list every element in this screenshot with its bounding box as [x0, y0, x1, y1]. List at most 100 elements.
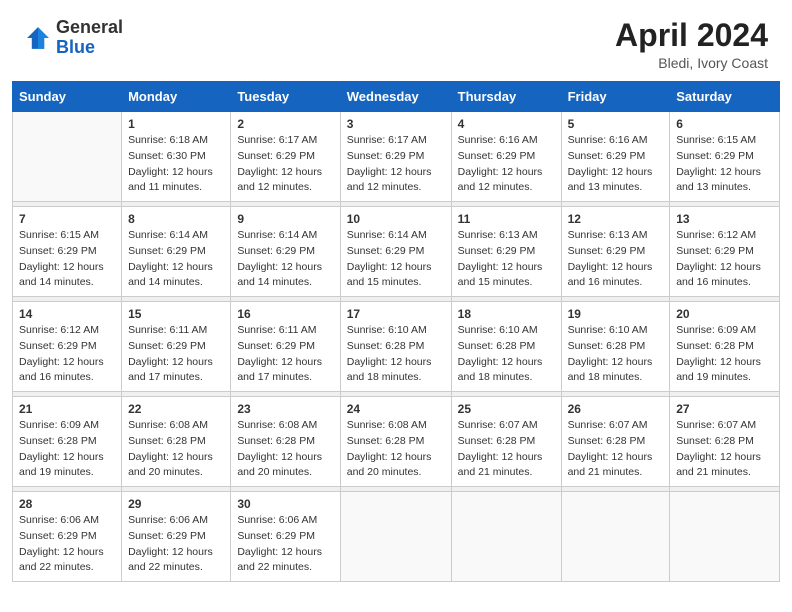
- day-info: Sunrise: 6:10 AMSunset: 6:28 PMDaylight:…: [347, 323, 445, 386]
- calendar-cell: 30Sunrise: 6:06 AMSunset: 6:29 PMDayligh…: [231, 492, 340, 582]
- logo-general-text: General: [56, 17, 123, 37]
- day-number: 29: [128, 497, 224, 511]
- calendar-cell: 19 Sunrise: 6:10 AMSunset: 6:28 PMDayligh…: [561, 302, 670, 392]
- day-number: 25: [458, 402, 555, 416]
- day-number: 6: [676, 117, 773, 131]
- calendar-cell: 1 Sunrise: 6:18 AMSunset: 6:30 PMDaylight…: [122, 112, 231, 202]
- calendar-cell: 12 Sunrise: 6:13 AMSunset: 6:29 PMDayligh…: [561, 207, 670, 297]
- day-info: Sunrise: 6:14 AMSunset: 6:29 PMDaylight:…: [128, 228, 224, 291]
- day-info: Sunrise: 6:11 AMSunset: 6:29 PMDaylight:…: [237, 323, 333, 386]
- calendar-cell: 17 Sunrise: 6:10 AMSunset: 6:28 PMDayligh…: [340, 302, 451, 392]
- day-number: 1: [128, 117, 224, 131]
- calendar-header-row: SundayMondayTuesdayWednesdayThursdayFrid…: [13, 82, 780, 112]
- calendar-cell: 14 Sunrise: 6:12 AMSunset: 6:29 PMDayligh…: [13, 302, 122, 392]
- day-info: Sunrise: 6:09 AMSunset: 6:28 PMDaylight:…: [19, 418, 115, 481]
- day-number: 14: [19, 307, 115, 321]
- day-number: 20: [676, 307, 773, 321]
- day-info: Sunrise: 6:18 AMSunset: 6:30 PMDaylight:…: [128, 133, 224, 196]
- day-number: 16: [237, 307, 333, 321]
- calendar-cell: 20Sunrise: 6:09 AMSunset: 6:28 PMDayligh…: [670, 302, 780, 392]
- day-number: 19: [568, 307, 664, 321]
- calendar-cell: 8 Sunrise: 6:14 AMSunset: 6:29 PMDaylight…: [122, 207, 231, 297]
- day-info: Sunrise: 6:11 AMSunset: 6:29 PMDaylight:…: [128, 323, 224, 386]
- calendar-cell: 27 Sunrise: 6:07 AMSunset: 6:28 PMDayligh…: [670, 397, 780, 487]
- calendar-cell: 7 Sunrise: 6:15 AMSunset: 6:29 PMDaylight…: [13, 207, 122, 297]
- day-number: 11: [458, 212, 555, 226]
- day-number: 23: [237, 402, 333, 416]
- day-info: Sunrise: 6:16 AMSunset: 6:29 PMDaylight:…: [458, 133, 555, 196]
- calendar-week-row: 1 Sunrise: 6:18 AMSunset: 6:30 PMDaylight…: [13, 112, 780, 202]
- day-number: 24: [347, 402, 445, 416]
- day-info: Sunrise: 6:10 AMSunset: 6:28 PMDaylight:…: [568, 323, 664, 386]
- day-number: 17: [347, 307, 445, 321]
- calendar-cell: 24 Sunrise: 6:08 AMSunset: 6:28 PMDayligh…: [340, 397, 451, 487]
- day-info: Sunrise: 6:06 AMSunset: 6:29 PMDaylight:…: [19, 513, 115, 576]
- logo-icon: [24, 24, 52, 52]
- calendar-cell: 13 Sunrise: 6:12 AMSunset: 6:29 PMDayligh…: [670, 207, 780, 297]
- calendar-week-row: 7 Sunrise: 6:15 AMSunset: 6:29 PMDaylight…: [13, 207, 780, 297]
- day-info: Sunrise: 6:07 AMSunset: 6:28 PMDaylight:…: [676, 418, 773, 481]
- calendar-cell: [13, 112, 122, 202]
- day-info: Sunrise: 6:10 AMSunset: 6:28 PMDaylight:…: [458, 323, 555, 386]
- day-number: 8: [128, 212, 224, 226]
- day-number: 26: [568, 402, 664, 416]
- calendar-header-monday: Monday: [122, 82, 231, 112]
- calendar-cell: 5Sunrise: 6:16 AMSunset: 6:29 PMDaylight…: [561, 112, 670, 202]
- calendar-cell: 29 Sunrise: 6:06 AMSunset: 6:29 PMDayligh…: [122, 492, 231, 582]
- day-number: 4: [458, 117, 555, 131]
- calendar-cell: 21 Sunrise: 6:09 AMSunset: 6:28 PMDayligh…: [13, 397, 122, 487]
- day-info: Sunrise: 6:16 AMSunset: 6:29 PMDaylight:…: [568, 133, 664, 196]
- day-info: Sunrise: 6:15 AMSunset: 6:29 PMDaylight:…: [19, 228, 115, 291]
- day-info: Sunrise: 6:08 AMSunset: 6:28 PMDaylight:…: [237, 418, 333, 481]
- day-info: Sunrise: 6:13 AMSunset: 6:29 PMDaylight:…: [458, 228, 555, 291]
- day-number: 3: [347, 117, 445, 131]
- calendar-cell: 11 Sunrise: 6:13 AMSunset: 6:29 PMDayligh…: [451, 207, 561, 297]
- calendar-header-tuesday: Tuesday: [231, 82, 340, 112]
- day-number: 22: [128, 402, 224, 416]
- day-info: Sunrise: 6:12 AMSunset: 6:29 PMDaylight:…: [676, 228, 773, 291]
- calendar-header-saturday: Saturday: [670, 82, 780, 112]
- calendar-week-row: 21 Sunrise: 6:09 AMSunset: 6:28 PMDayligh…: [13, 397, 780, 487]
- day-info: Sunrise: 6:17 AMSunset: 6:29 PMDaylight:…: [347, 133, 445, 196]
- calendar-cell: 26 Sunrise: 6:07 AMSunset: 6:28 PMDayligh…: [561, 397, 670, 487]
- calendar-cell: 15Sunrise: 6:11 AMSunset: 6:29 PMDayligh…: [122, 302, 231, 392]
- calendar-cell: 9 Sunrise: 6:14 AMSunset: 6:29 PMDaylight…: [231, 207, 340, 297]
- title-block: April 2024 Bledi, Ivory Coast: [615, 18, 768, 71]
- day-info: Sunrise: 6:14 AMSunset: 6:29 PMDaylight:…: [347, 228, 445, 291]
- calendar-cell: 4 Sunrise: 6:16 AMSunset: 6:29 PMDaylight…: [451, 112, 561, 202]
- calendar-header-sunday: Sunday: [13, 82, 122, 112]
- day-number: 18: [458, 307, 555, 321]
- calendar-cell: 23 Sunrise: 6:08 AMSunset: 6:28 PMDayligh…: [231, 397, 340, 487]
- calendar-wrapper: SundayMondayTuesdayWednesdayThursdayFrid…: [0, 81, 792, 594]
- calendar-cell: [340, 492, 451, 582]
- day-info: Sunrise: 6:13 AMSunset: 6:29 PMDaylight:…: [568, 228, 664, 291]
- calendar-week-row: 28Sunrise: 6:06 AMSunset: 6:29 PMDayligh…: [13, 492, 780, 582]
- day-number: 10: [347, 212, 445, 226]
- day-number: 12: [568, 212, 664, 226]
- day-number: 27: [676, 402, 773, 416]
- day-info: Sunrise: 6:12 AMSunset: 6:29 PMDaylight:…: [19, 323, 115, 386]
- day-number: 13: [676, 212, 773, 226]
- logo: General Blue: [24, 18, 123, 58]
- month-year-title: April 2024: [615, 18, 768, 53]
- day-number: 7: [19, 212, 115, 226]
- day-number: 21: [19, 402, 115, 416]
- calendar-cell: 3 Sunrise: 6:17 AMSunset: 6:29 PMDaylight…: [340, 112, 451, 202]
- calendar-cell: 28Sunrise: 6:06 AMSunset: 6:29 PMDayligh…: [13, 492, 122, 582]
- calendar-cell: 10 Sunrise: 6:14 AMSunset: 6:29 PMDayligh…: [340, 207, 451, 297]
- calendar-week-row: 14 Sunrise: 6:12 AMSunset: 6:29 PMDayligh…: [13, 302, 780, 392]
- calendar-cell: [670, 492, 780, 582]
- day-info: Sunrise: 6:07 AMSunset: 6:28 PMDaylight:…: [458, 418, 555, 481]
- day-info: Sunrise: 6:06 AMSunset: 6:29 PMDaylight:…: [237, 513, 333, 576]
- day-info: Sunrise: 6:06 AMSunset: 6:29 PMDaylight:…: [128, 513, 224, 576]
- day-info: Sunrise: 6:07 AMSunset: 6:28 PMDaylight:…: [568, 418, 664, 481]
- day-info: Sunrise: 6:08 AMSunset: 6:28 PMDaylight:…: [347, 418, 445, 481]
- calendar-cell: 22Sunrise: 6:08 AMSunset: 6:28 PMDayligh…: [122, 397, 231, 487]
- day-number: 2: [237, 117, 333, 131]
- calendar-cell: 25 Sunrise: 6:07 AMSunset: 6:28 PMDayligh…: [451, 397, 561, 487]
- day-info: Sunrise: 6:14 AMSunset: 6:29 PMDaylight:…: [237, 228, 333, 291]
- calendar-cell: 18 Sunrise: 6:10 AMSunset: 6:28 PMDayligh…: [451, 302, 561, 392]
- day-info: Sunrise: 6:17 AMSunset: 6:29 PMDaylight:…: [237, 133, 333, 196]
- day-number: 9: [237, 212, 333, 226]
- calendar-header-wednesday: Wednesday: [340, 82, 451, 112]
